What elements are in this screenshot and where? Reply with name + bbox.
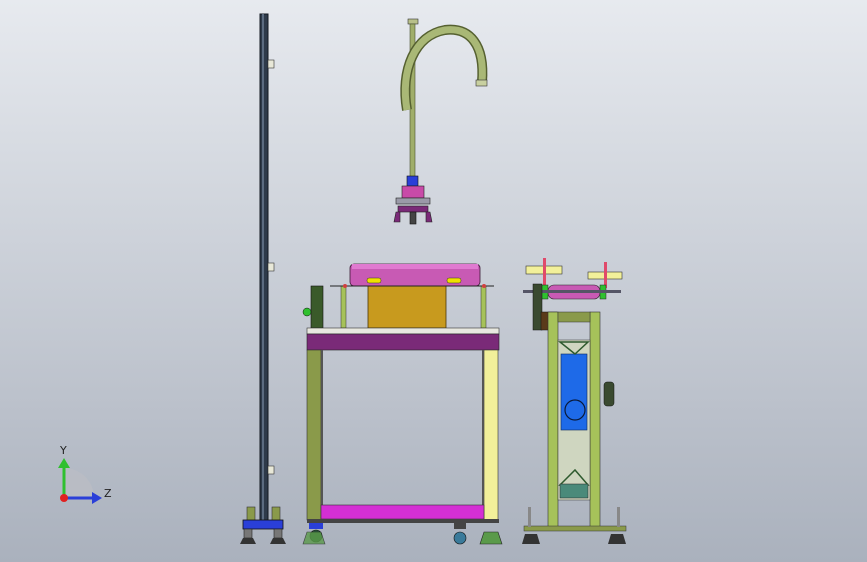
bench-guide-knob-right [482, 284, 486, 288]
bench-rod-left [340, 285, 347, 329]
gripper-neck [406, 175, 419, 187]
bench-side-knob [302, 307, 312, 317]
feeder-screen [560, 353, 588, 431]
feeder-side-wheel [603, 381, 615, 407]
pole-clamp-mid [267, 262, 275, 272]
bench-rod-right [480, 285, 487, 329]
feeder-motor [532, 283, 543, 331]
pole-clamp-low [267, 465, 275, 475]
gripper-body [401, 185, 425, 199]
orientation-triad[interactable]: Y Z [58, 444, 112, 504]
bench-frame-right [482, 350, 484, 520]
hanging-gripper[interactable] [393, 18, 488, 225]
feeder-base-rail [523, 525, 627, 532]
gripper-plate [395, 197, 431, 205]
gripper-finger-left [393, 211, 401, 223]
feeder-frame-top [557, 311, 591, 323]
bench-bottom-rail [307, 519, 499, 523]
feeder-column-right [589, 311, 601, 528]
feeder-pin-left [543, 258, 546, 288]
feeder-foot-left [522, 534, 540, 544]
bench-foot-right [479, 531, 503, 545]
feeder-station[interactable] [522, 258, 627, 544]
triad-quadrant [64, 468, 94, 498]
bench-leg-left [306, 349, 322, 521]
feeder-column-left [547, 311, 559, 528]
pole-foot-pad-left [240, 538, 256, 544]
left-pole[interactable] [240, 13, 286, 544]
feeder-foot-stem-right [617, 507, 620, 527]
bench-foot-left [302, 531, 326, 545]
bench-cover-rim [352, 264, 478, 269]
bench-caster-mid-mount [454, 523, 466, 529]
bench-cover-latch-left [366, 277, 382, 284]
workbench[interactable] [302, 263, 503, 545]
triad-x-axis-dot [60, 494, 68, 502]
triad-z-label: Z [104, 487, 112, 500]
pole-bracket [246, 506, 256, 522]
pole-foot-right [273, 528, 283, 539]
bench-cover-latch-right [446, 277, 462, 284]
feeder-foot-stem-left [528, 507, 531, 527]
bench-guide-knob-left [343, 284, 347, 288]
bench-caster-mid [453, 531, 467, 545]
pole-base [242, 519, 284, 530]
bench-top-beam [306, 333, 500, 351]
bench-bottom-beam [320, 504, 485, 520]
bench-side-bracket [310, 285, 324, 329]
pole-clamp-top [267, 59, 275, 69]
bench-tabletop [306, 327, 500, 335]
cad-scene: Y Z [58, 13, 627, 545]
gripper-hose-end [475, 79, 488, 87]
cad-viewport[interactable]: Y Z [0, 0, 867, 562]
pole-bracket-r [271, 506, 281, 522]
feeder-pin-right [604, 262, 607, 288]
gripper-crossbar [397, 205, 429, 213]
triad-z-arrowhead [92, 492, 102, 504]
triad-y-label: Y [59, 444, 67, 457]
feeder-foot-right [608, 534, 626, 544]
bench-caster-left-mount [309, 523, 323, 529]
pole-foot-pad-right [270, 538, 286, 544]
gripper-finger-right [425, 211, 433, 223]
triad-y-arrowhead [58, 458, 70, 468]
feeder-lower-block [559, 483, 589, 499]
gripper-top-cap [407, 18, 419, 25]
pole-foot-left [243, 528, 253, 539]
gripper-finger-mid [409, 211, 417, 225]
bench-leg-right [483, 349, 499, 521]
bench-frame-left [321, 350, 323, 520]
bench-box [367, 285, 447, 329]
pole-highlight [262, 14, 264, 524]
